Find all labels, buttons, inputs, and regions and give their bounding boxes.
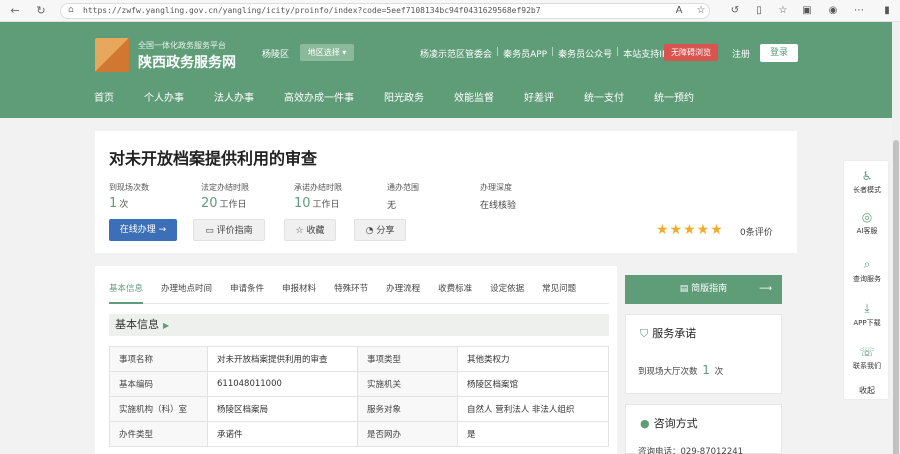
table-row: 办件类型 承诺件 是否网办 是 [109,421,609,447]
elder-mode-button[interactable]: ♿ 长者模式 [844,169,890,195]
contact-us-icon: ☏ [859,345,875,359]
nav-supervision[interactable]: 效能监督 [454,89,494,104]
site-logo[interactable] [95,38,129,72]
favorites-icon[interactable]: ☆ [776,4,790,18]
nav-one-thing[interactable]: 高效办成一件事 [284,89,354,104]
platform-label: 全国一体化政务服务平台 [138,41,226,50]
header-link-wechat[interactable]: 秦务员公众号 [558,47,612,60]
favorite-star-icon[interactable]: ☆ [694,4,708,18]
eval-guide-button[interactable]: ▭ 评价指南 [193,219,265,241]
metric-visits: 到现场次数 1次 [109,183,149,211]
register-link[interactable]: 注册 [732,47,750,60]
service-summary-card: 对未开放档案提供利用的审查 到现场次数 1次 法定办结时限 20 工作日 承诺办结… [95,131,797,253]
rating-stars: ★★★★★ [656,222,724,238]
collections-icon[interactable]: ▣ [800,4,814,18]
lock-icon: ⌂ [68,5,74,15]
table-row: 实施机构（科）室 杨陵区档案局 服务对象 自然人 营利法人 非法人组织 [109,396,609,422]
back-arrow-icon[interactable]: ← [8,4,22,18]
nav-payment[interactable]: 统一支付 [584,89,624,104]
reload-icon[interactable]: ↻ [34,4,48,18]
split-screen-icon[interactable]: ▯ [752,4,766,18]
current-region: 杨陵区 [262,50,290,60]
share-button[interactable]: ◔ 分享 [354,219,406,241]
basic-info-heading: 基本信息 ▶ [109,314,609,336]
shield-icon: ⛉ [640,327,649,340]
search-service-button[interactable]: ⌕ 查询服务 [844,257,890,284]
browser-toolbar: ← ↻ ⌂ https://zwfw.yangling.gov.cn/yangl… [0,0,900,22]
tab-materials[interactable]: 申报材料 [282,282,316,304]
extension-icon[interactable]: ◉ [826,4,840,18]
metric-depth: 办理深度 在线核验 [480,183,517,211]
promise-label: 到现场大厅次数 [638,367,698,377]
ai-service-button[interactable]: ◎ AI客服 [844,210,890,236]
tab-special-steps[interactable]: 特殊环节 [334,282,368,304]
triangle-right-icon: ▶ [163,321,170,330]
login-button[interactable]: 登录 [760,44,798,62]
arrow-right-icon: ⟶ [759,284,772,294]
table-row: 事项名称 对未开放档案提供利用的审查 事项类型 其他类权力 [109,346,609,372]
brand-name[interactable]: 陕西政务服务网 [138,52,236,72]
sidebar-toggle-icon[interactable]: ▮ [880,4,894,18]
document-icon: ▤ [679,284,692,294]
star-outline-icon: ☆ [295,226,307,236]
online-apply-button[interactable]: 在线办理 → [109,219,177,241]
table-row: 基本编码 611048011000 实施机关 杨陵区档案馆 [109,371,609,397]
page-scrollbar[interactable] [892,22,900,454]
header-link-app[interactable]: 秦务员APP [503,47,547,60]
consult-card: ● 咨询方式 咨询电话：029-87012241 [625,404,782,454]
metric-legal-limit: 法定办结时限 20 工作日 [201,183,249,211]
ai-service-icon: ◎ [861,210,873,224]
elder-mode-icon: ♿ [861,169,873,183]
tab-basis[interactable]: 设定依据 [490,282,524,304]
collect-button[interactable]: ☆ 收藏 [284,219,336,241]
read-aloud-icon[interactable]: A [672,4,686,18]
tab-fees[interactable]: 收费标准 [438,282,472,304]
app-download-icon: ⤓ [864,301,870,315]
detail-card: 基本信息 办理地点时间 申请条件 申报材料 特殊环节 办理流程 收费标准 设定依… [95,266,617,454]
more-menu-icon[interactable]: ⋯ [852,4,866,18]
url-text: https://zwfw.yangling.gov.cn/yangling/ic… [83,6,541,15]
promise-value: 1 [702,363,710,377]
address-bar[interactable]: ⌂ https://zwfw.yangling.gov.cn/yangling/… [60,3,710,19]
guide-icon: ▭ [205,226,217,236]
metric-promise-limit: 承诺办结时限 10 工作日 [294,183,342,211]
rating-count[interactable]: 0条评价 [740,225,773,238]
detail-tabs: 基本信息 办理地点时间 申请条件 申报材料 特殊环节 办理流程 收费标准 设定依… [109,282,609,304]
nav-evaluation[interactable]: 好差评 [524,89,554,104]
scrollbar-thumb[interactable] [893,140,899,454]
nav-personal[interactable]: 个人办事 [144,89,184,104]
collapse-button[interactable]: 收起 [844,385,890,396]
basic-info-table: 事项名称 对未开放档案提供利用的审查 事项类型 其他类权力 基本编码 61104… [109,346,609,447]
nav-home[interactable]: 首页 [94,89,114,104]
share-icon: ◔ [365,226,377,236]
contact-us-button[interactable]: ☏ 联系我们 [844,345,890,371]
barrier-free-button[interactable]: 无障碍浏览 [664,44,718,61]
header-link-committee[interactable]: 杨凌示范区管委会 [420,47,492,60]
tab-basic-info[interactable]: 基本信息 [109,282,144,304]
main-nav: 首页 个人办事 法人办事 高效办成一件事 阳光政务 效能监督 好差评 统一支付 … [94,89,724,104]
region-select-button[interactable]: 地区选择 ▾ [300,44,354,61]
header-links: 杨凌示范区管委会 | 秦务员APP | 秦务员公众号 | 本站支持IPv6 [420,47,679,60]
search-service-icon: ⌕ [863,257,871,271]
nav-appointment[interactable]: 统一预约 [654,89,694,104]
simple-guide-button[interactable]: ▤ 简版指南 ⟶ [625,275,782,304]
consult-phone: 咨询电话：029-87012241 [638,447,744,454]
nav-corporate[interactable]: 法人办事 [214,89,254,104]
nav-open-affairs[interactable]: 阳光政务 [384,89,424,104]
refresh-extension-icon[interactable]: ↺ [728,4,742,18]
floating-toolbar: ♿ 长者模式 ◎ AI客服 ⌕ 查询服务 ⤓ APP下载 ☏ 联系我们 收起 [843,160,889,400]
service-promise-card: ⛉ 服务承诺 到现场大厅次数 1 次 [625,314,782,394]
tab-process[interactable]: 办理流程 [386,282,420,304]
tab-location-time[interactable]: 办理地点时间 [161,282,212,304]
tab-faq[interactable]: 常见问题 [542,282,576,304]
location-pin-icon: ● [640,417,650,430]
metric-scope: 通办范围 无 [387,183,419,211]
app-download-button[interactable]: ⤓ APP下载 [844,301,890,328]
tab-conditions[interactable]: 申请条件 [230,282,264,304]
page-title: 对未开放档案提供利用的审查 [109,149,318,168]
